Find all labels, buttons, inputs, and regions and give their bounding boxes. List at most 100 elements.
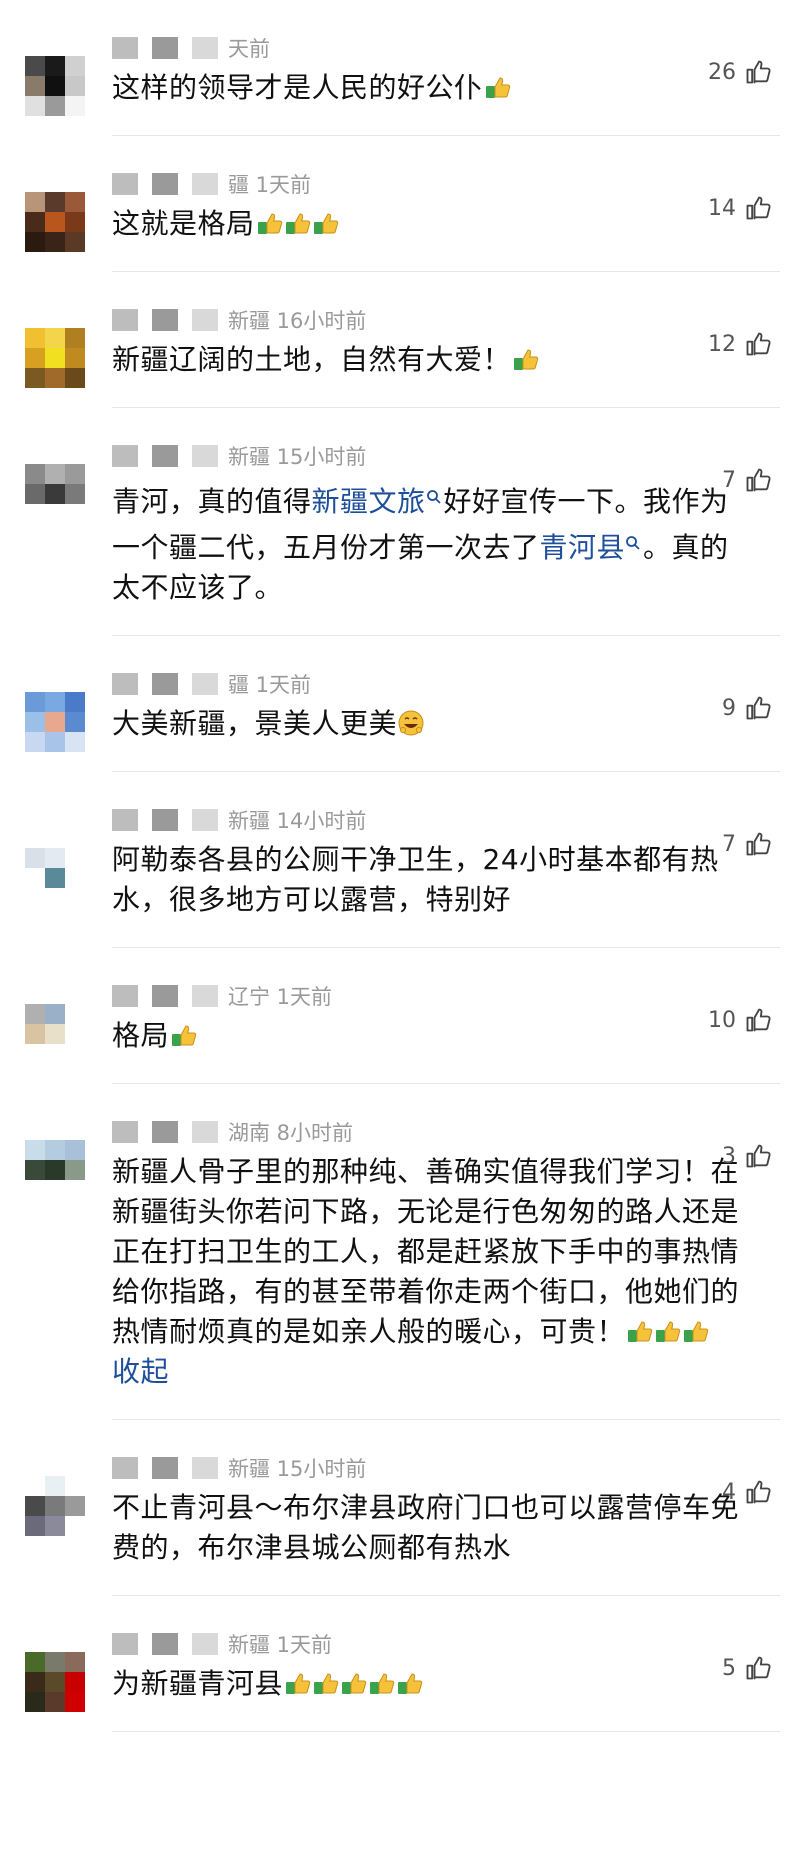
divider <box>112 135 780 136</box>
comment-text-body: 为新疆青河县 <box>112 1667 284 1700</box>
username-redacted[interactable] <box>112 173 218 195</box>
comment-meta: 新疆 1天前 <box>112 1624 780 1664</box>
thumbs-up-emoji-icon <box>653 1316 681 1344</box>
comment-text: 青河，真的值得新疆文旅 好好宣传一下。我作为一个疆二代，五月份才第一次去了青河县。… <box>112 476 780 636</box>
like-count: 7 <box>722 831 736 857</box>
comment-text-body: 格局 <box>112 1019 170 1052</box>
avatar[interactable] <box>25 56 85 116</box>
username-redacted[interactable] <box>112 673 218 695</box>
search-icon[interactable] <box>625 522 641 550</box>
like-button[interactable]: 10 <box>708 1006 772 1034</box>
comment-item[interactable]: 湖南 8小时前 3 新疆人骨子里的那种纯、善确实值得我们学习！在新疆街头你若问下路，… <box>0 1112 800 1420</box>
username-redacted[interactable] <box>112 1121 218 1143</box>
location-time: 天前 <box>228 37 270 61</box>
comment-item[interactable]: 新疆 15小时前 7 青河，真的值得新疆文旅 好好宣传一下。我作为一个疆二代，五月份才… <box>0 436 800 636</box>
like-button[interactable]: 14 <box>708 194 772 222</box>
like-button[interactable]: 4 <box>722 1478 772 1506</box>
like-button[interactable]: 5 <box>722 1654 772 1682</box>
avatar[interactable] <box>25 1004 85 1064</box>
thumbs-up-emoji-icon <box>283 1668 311 1696</box>
thumbs-up-icon[interactable] <box>744 1654 772 1682</box>
thumbs-up-emoji-icon <box>395 1668 423 1696</box>
thumbs-up-emoji-icon <box>511 344 539 372</box>
location-time: 新疆 14小时前 <box>228 809 367 833</box>
comment-item[interactable]: 疆 1天前 14 这就是格局 <box>0 164 800 272</box>
comment-meta: 新疆 15小时前 <box>112 436 780 476</box>
like-count: 12 <box>708 331 736 357</box>
comment-meta: 湖南 8小时前 <box>112 1112 780 1152</box>
username-redacted[interactable] <box>112 37 218 59</box>
like-count: 4 <box>722 1479 736 1505</box>
location-time: 疆 1天前 <box>228 673 312 697</box>
divider <box>112 947 780 948</box>
username-redacted[interactable] <box>112 445 218 467</box>
divider <box>112 1595 780 1596</box>
comment-item[interactable]: 新疆 16小时前 12 新疆辽阔的土地，自然有大爱！ <box>0 300 800 408</box>
topic-link[interactable]: 青河县 <box>540 531 626 564</box>
thumbs-up-emoji-icon <box>483 72 511 100</box>
like-count: 9 <box>722 695 736 721</box>
thumbs-up-emoji-icon <box>255 208 283 236</box>
like-button[interactable]: 26 <box>708 58 772 86</box>
avatar[interactable] <box>25 192 85 252</box>
like-count: 7 <box>722 467 736 493</box>
avatar[interactable] <box>25 328 85 388</box>
like-count: 26 <box>708 59 736 85</box>
username-redacted[interactable] <box>112 985 218 1007</box>
username-redacted[interactable] <box>112 1633 218 1655</box>
thumbs-up-icon[interactable] <box>744 466 772 494</box>
comment-text: 为新疆青河县 <box>112 1664 780 1732</box>
divider <box>112 1419 780 1420</box>
comment-item[interactable]: 辽宁 1天前 10 格局 <box>0 976 800 1084</box>
avatar[interactable] <box>25 464 85 524</box>
thumbs-up-icon[interactable] <box>744 330 772 358</box>
comment-text: 新疆人骨子里的那种纯、善确实值得我们学习！在新疆街头你若问下路，无论是行色匆匆的… <box>112 1152 780 1420</box>
comment-list: 天前 26 这样的领导才是人民的好公仆疆 1天前 14 这就是格局 新疆 16小时前 12 新… <box>0 28 800 1732</box>
thumbs-up-emoji-icon <box>339 1668 367 1696</box>
comment-item[interactable]: 疆 1天前 9 大美新疆，景美人更美 <box>0 664 800 772</box>
thumbs-up-emoji-icon <box>311 208 339 236</box>
thumbs-up-icon[interactable] <box>744 194 772 222</box>
like-count: 5 <box>722 1655 736 1681</box>
comment-meta: 新疆 16小时前 <box>112 300 780 340</box>
avatar[interactable] <box>25 1476 85 1536</box>
username-redacted[interactable] <box>112 309 218 331</box>
comment-meta: 新疆 14小时前 <box>112 800 780 840</box>
divider <box>112 1731 780 1732</box>
like-button[interactable]: 3 <box>722 1142 772 1170</box>
collapse-button[interactable]: 收起 <box>112 1352 740 1392</box>
comment-item[interactable]: 天前 26 这样的领导才是人民的好公仆 <box>0 28 800 136</box>
comment-text-segment: 青河，真的值得 <box>112 485 312 518</box>
avatar[interactable] <box>25 1652 85 1712</box>
location-time: 湖南 8小时前 <box>228 1121 354 1145</box>
username-redacted[interactable] <box>112 1457 218 1479</box>
avatar[interactable] <box>25 828 85 888</box>
search-icon[interactable] <box>426 476 442 504</box>
like-button[interactable]: 7 <box>722 830 772 858</box>
location-time: 新疆 1天前 <box>228 1633 333 1657</box>
comment-text-body: 这就是格局 <box>112 207 255 240</box>
thumbs-up-icon[interactable] <box>744 1478 772 1506</box>
like-button[interactable]: 12 <box>708 330 772 358</box>
thumbs-up-icon[interactable] <box>744 694 772 722</box>
comment-text: 阿勒泰各县的公厕干净卫生，24小时基本都有热水，很多地方可以露营，特别好 <box>112 840 780 948</box>
divider <box>112 771 780 772</box>
like-button[interactable]: 9 <box>722 694 772 722</box>
avatar[interactable] <box>25 1140 85 1200</box>
avatar[interactable] <box>25 692 85 752</box>
thumbs-up-emoji-icon <box>283 208 311 236</box>
comment-item[interactable]: 新疆 1天前 5 为新疆青河县 <box>0 1624 800 1732</box>
topic-link[interactable]: 新疆文旅 <box>312 485 426 518</box>
thumbs-up-icon[interactable] <box>744 1142 772 1170</box>
comment-text: 不止青河县～布尔津县政府门口也可以露营停车免费的，布尔津县城公厕都有热水 <box>112 1488 780 1596</box>
comment-text-body: 新疆辽阔的土地，自然有大爱！ <box>112 343 512 376</box>
comment-item[interactable]: 新疆 14小时前 7 阿勒泰各县的公厕干净卫生，24小时基本都有热水，很多地方可以露… <box>0 800 800 948</box>
comment-item[interactable]: 新疆 15小时前 4 不止青河县～布尔津县政府门口也可以露营停车免费的，布尔津县城公… <box>0 1448 800 1596</box>
username-redacted[interactable] <box>112 809 218 831</box>
thumbs-up-icon[interactable] <box>744 58 772 86</box>
thumbs-up-icon[interactable] <box>744 1006 772 1034</box>
comment-text: 这就是格局 <box>112 204 780 272</box>
like-button[interactable]: 7 <box>722 466 772 494</box>
comment-meta: 新疆 15小时前 <box>112 1448 780 1488</box>
thumbs-up-icon[interactable] <box>744 830 772 858</box>
